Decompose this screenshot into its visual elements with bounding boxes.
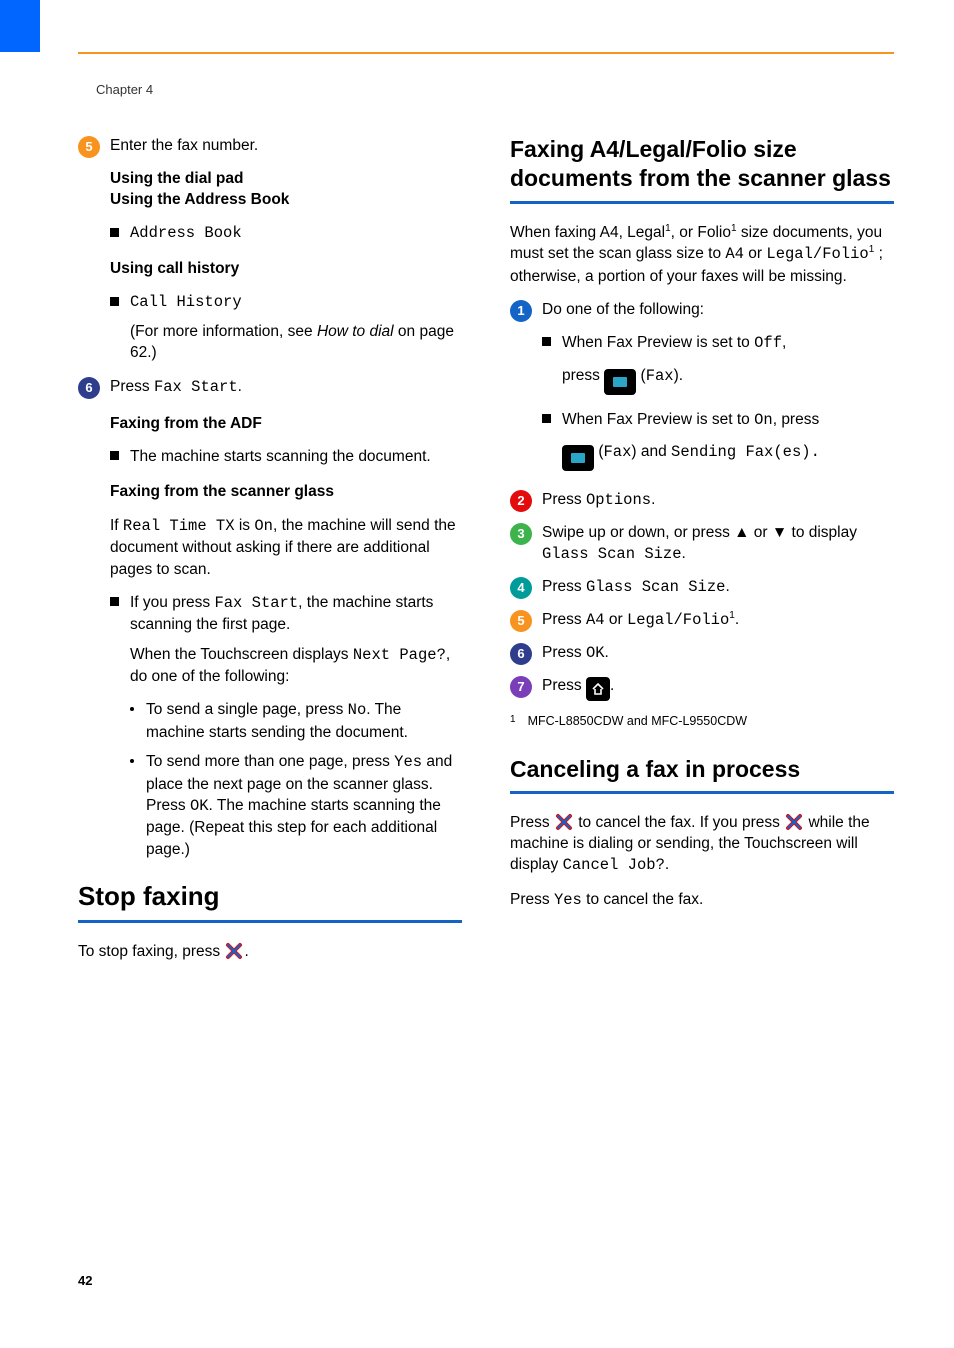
cancel-heading: Canceling a fax in process bbox=[510, 756, 894, 782]
step-6-text: Press Fax Start. bbox=[110, 376, 462, 398]
cancel-rule bbox=[510, 791, 894, 794]
a4-heading: Faxing A4/Legal/Folio size documents fro… bbox=[510, 135, 894, 193]
cancel-text-2: Press Yes to cancel the fax. bbox=[510, 889, 894, 911]
call-history-heading: Using call history bbox=[110, 258, 462, 279]
r-step-3-badge: 3 bbox=[510, 523, 532, 545]
adf-heading: Faxing from the ADF bbox=[110, 413, 462, 434]
dial-pad-heading: Using the dial pad Using the Address Boo… bbox=[110, 168, 462, 211]
dot-icon bbox=[130, 759, 134, 763]
left-column: 5 Enter the fax number. Using the dial p… bbox=[78, 135, 462, 1248]
bullet-icon bbox=[110, 297, 119, 306]
scanner-heading: Faxing from the scanner glass bbox=[110, 481, 462, 502]
r-step-7-badge: 7 bbox=[510, 676, 532, 698]
step-6: 6 Press Fax Start. bbox=[78, 376, 462, 399]
r-step-6: 6 Press OK. bbox=[510, 642, 894, 665]
r-step-7: 7 Press . bbox=[510, 675, 894, 701]
bullet-icon bbox=[110, 451, 119, 460]
dot-icon bbox=[130, 707, 134, 711]
cancel-x-icon bbox=[784, 812, 804, 832]
r-step-5-badge: 5 bbox=[510, 610, 532, 632]
page-number: 42 bbox=[78, 1273, 92, 1288]
r-step-3: 3 Swipe up or down, or press ▲ or ▼ to d… bbox=[510, 522, 894, 566]
r-step-4-badge: 4 bbox=[510, 577, 532, 599]
step-5: 5 Enter the fax number. bbox=[78, 135, 462, 158]
side-tab bbox=[0, 0, 40, 52]
preview-off-item: When Fax Preview is set to Off, press (F… bbox=[542, 332, 894, 394]
fax-icon bbox=[562, 445, 594, 471]
r-step-1-text: Do one of the following: bbox=[542, 299, 894, 320]
stop-faxing-rule bbox=[78, 920, 462, 923]
single-page-item: To send a single page, press No. The mac… bbox=[130, 699, 462, 743]
r-step-1-badge: 1 bbox=[510, 300, 532, 322]
right-column: Faxing A4/Legal/Folio size documents fro… bbox=[510, 135, 894, 1248]
bullet-icon bbox=[542, 414, 551, 423]
faxstart-item: If you press Fax Start, the machine star… bbox=[110, 592, 462, 636]
step-5-text: Enter the fax number. bbox=[110, 135, 462, 156]
r-step-1: 1 Do one of the following: When Fax Prev… bbox=[510, 299, 894, 479]
cancel-text-1: Press to cancel the fax. If you press wh… bbox=[510, 812, 894, 877]
adf-item: The machine starts scanning the document… bbox=[110, 446, 462, 467]
step-5-badge: 5 bbox=[78, 136, 100, 158]
a4-rule bbox=[510, 201, 894, 204]
r-step-3-text: Swipe up or down, or press ▲ or ▼ to dis… bbox=[542, 522, 894, 566]
r-step-2-text: Press Options. bbox=[542, 489, 894, 511]
address-book-item: Address Book bbox=[110, 223, 462, 244]
preview-on-item: When Fax Preview is set to On, press (Fa… bbox=[542, 409, 894, 471]
r-step-6-text: Press OK. bbox=[542, 642, 894, 664]
cancel-x-icon bbox=[554, 812, 574, 832]
header-rule bbox=[78, 52, 894, 54]
realtime-text: If Real Time TX is On, the machine will … bbox=[110, 515, 462, 580]
stop-faxing-heading: Stop faxing bbox=[78, 882, 462, 912]
chapter-label: Chapter 4 bbox=[96, 82, 153, 97]
r-step-5: 5 Press A4 or Legal/Folio1. bbox=[510, 609, 894, 632]
multi-page-item: To send more than one page, press Yes an… bbox=[130, 751, 462, 860]
r-step-5-text: Press A4 or Legal/Folio1. bbox=[542, 609, 894, 632]
bullet-icon bbox=[110, 597, 119, 606]
bullet-icon bbox=[110, 228, 119, 237]
footnote-1: 1 MFC-L8850CDW and MFC-L9550CDW bbox=[510, 713, 894, 730]
content-columns: 5 Enter the fax number. Using the dial p… bbox=[78, 135, 894, 1248]
step-6-badge: 6 bbox=[78, 377, 100, 399]
home-icon bbox=[586, 677, 610, 701]
call-history-item: Call History bbox=[110, 292, 462, 313]
r-step-4-text: Press Glass Scan Size. bbox=[542, 576, 894, 598]
r-step-4: 4 Press Glass Scan Size. bbox=[510, 576, 894, 599]
how-to-dial-ref: (For more information, see How to dial o… bbox=[130, 321, 462, 364]
nextpage-text: When the Touchscreen displays Next Page?… bbox=[130, 644, 462, 688]
r-step-2: 2 Press Options. bbox=[510, 489, 894, 512]
r-step-6-badge: 6 bbox=[510, 643, 532, 665]
fax-icon bbox=[604, 369, 636, 395]
bullet-icon bbox=[542, 337, 551, 346]
r-step-7-text: Press . bbox=[542, 675, 894, 701]
cancel-x-icon bbox=[224, 941, 244, 961]
r-step-2-badge: 2 bbox=[510, 490, 532, 512]
stop-faxing-text: To stop faxing, press . bbox=[78, 941, 462, 962]
a4-intro: When faxing A4, Legal1, or Folio1 size d… bbox=[510, 222, 894, 287]
